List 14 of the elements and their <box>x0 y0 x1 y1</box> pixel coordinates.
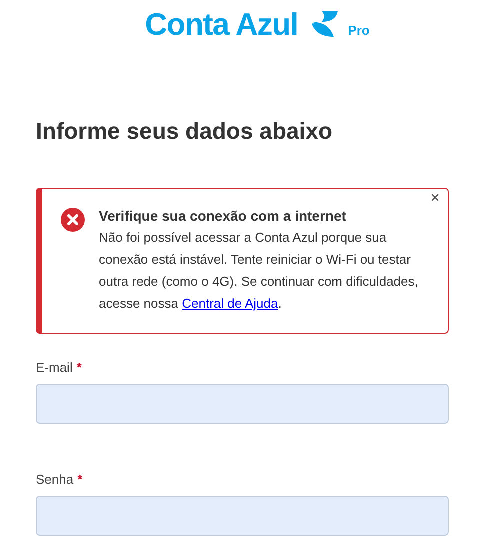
logo-text: Conta Azul <box>145 8 298 40</box>
required-mark: * <box>76 359 82 376</box>
input-field[interactable] <box>36 496 449 536</box>
edition-label: Pro <box>348 22 370 40</box>
page-heading: Informe seus dados abaixo <box>36 120 334 143</box>
alert-message: Não foi possível acessar a Conta Azul porque sua conexão está instável. Tente reiniciar o Wi-Fi ou testar outra rede (como o 4G). Se continuar com dificuldades, acesse nossa Central de Ajuda. <box>99 229 420 313</box>
close-button[interactable]: × <box>430 191 440 207</box>
field-label: E-mail <box>36 359 73 376</box>
alert-title: Verifique sua conexão com a internet <box>99 207 348 225</box>
error-icon <box>61 208 85 232</box>
help-link[interactable]: Central de Ajuda <box>182 296 278 311</box>
input-field[interactable] <box>36 384 449 424</box>
field-label: Senha <box>36 471 74 488</box>
required-mark: * <box>78 471 83 488</box>
